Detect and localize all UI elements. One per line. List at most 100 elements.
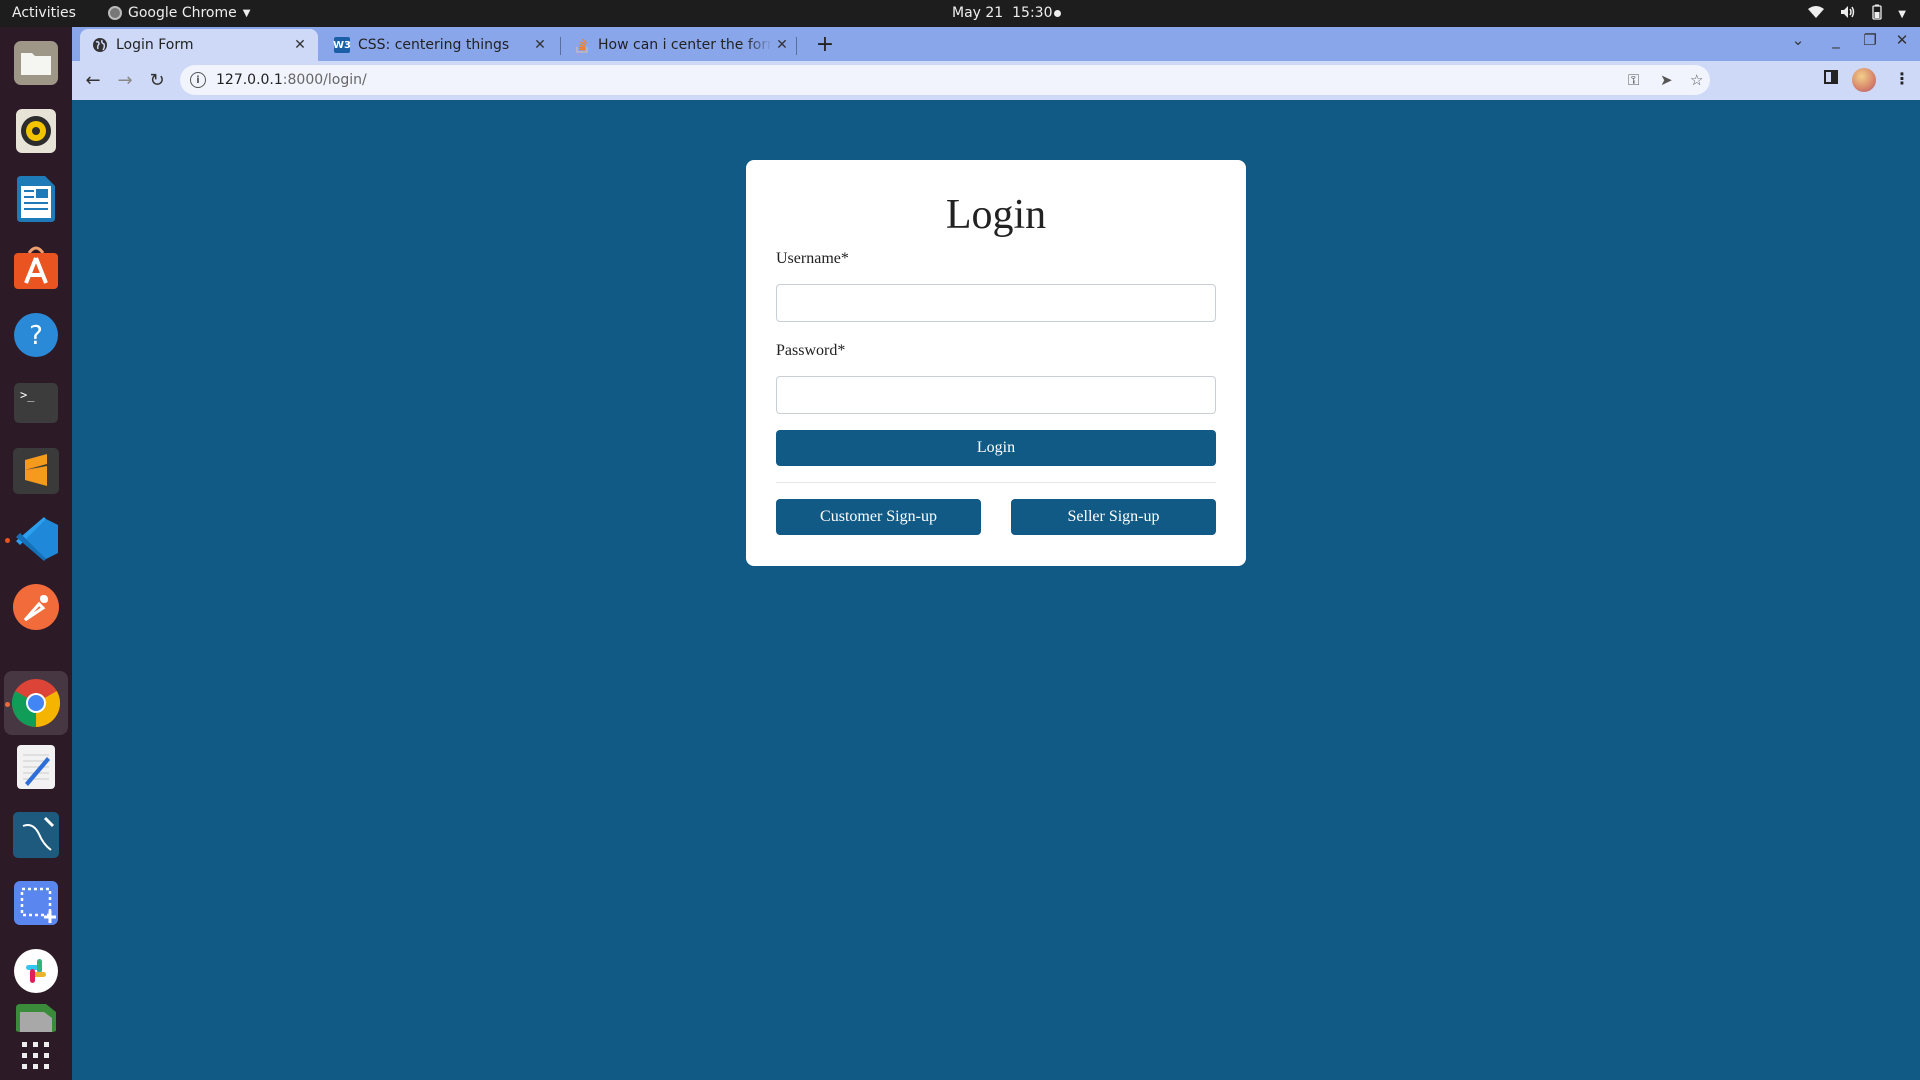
dock-libreoffice-writer[interactable] bbox=[12, 175, 60, 223]
tab-close-icon[interactable]: ✕ bbox=[290, 37, 310, 53]
caret-down-icon: ▼ bbox=[242, 7, 251, 19]
new-tab-button[interactable]: + bbox=[810, 29, 840, 59]
system-menu-caret-icon: ▼ bbox=[1898, 8, 1906, 20]
app-grid-icon bbox=[22, 1042, 49, 1069]
system-top-bar: Activities Google Chrome ▼ May 21 15:30 … bbox=[0, 0, 1920, 27]
tab-title: Login Form bbox=[116, 37, 194, 53]
key-icon[interactable]: ⚿ bbox=[1628, 71, 1639, 89]
dock-sublime-text[interactable] bbox=[12, 447, 60, 495]
dock-slack[interactable] bbox=[12, 947, 60, 995]
minimize-icon[interactable]: _ bbox=[1822, 31, 1850, 49]
dock-chrome[interactable] bbox=[4, 671, 68, 735]
dock-libreoffice-impress[interactable] bbox=[12, 1002, 60, 1032]
dock-text-editor[interactable] bbox=[12, 743, 60, 791]
tab-stackoverflow[interactable]: How can i center the form ✕ bbox=[562, 29, 800, 61]
ubuntu-dock: ? >_ bbox=[0, 27, 72, 1080]
system-tray[interactable]: ▼ bbox=[1808, 4, 1906, 24]
vscode-running-indicator bbox=[5, 538, 10, 543]
tab-title: CSS: centering things bbox=[358, 37, 510, 53]
tab-search-chevron-icon[interactable]: ⌄ bbox=[1784, 31, 1812, 49]
mysql-workbench-icon bbox=[13, 812, 59, 858]
restore-icon[interactable]: ❐ bbox=[1856, 31, 1884, 49]
slack-icon bbox=[14, 949, 58, 993]
tab-strip: Login Form ✕ W3 CSS: centering things ✕ … bbox=[72, 27, 1920, 61]
dock-screenshot[interactable] bbox=[12, 879, 60, 927]
dock-postman[interactable] bbox=[12, 583, 60, 631]
customer-signup-button[interactable]: Customer Sign-up bbox=[776, 499, 981, 535]
battery-icon bbox=[1872, 4, 1882, 24]
help-icon: ? bbox=[14, 313, 58, 357]
username-label: Username* bbox=[776, 250, 849, 267]
software-store-icon bbox=[14, 246, 58, 289]
globe-icon bbox=[92, 37, 108, 53]
password-label: Password* bbox=[776, 342, 846, 359]
files-icon bbox=[14, 41, 58, 85]
dock-vscode[interactable] bbox=[12, 515, 60, 563]
rhythmbox-icon bbox=[16, 109, 56, 153]
back-button[interactable]: ← bbox=[80, 67, 106, 93]
url-host: 127.0.0.1 bbox=[216, 72, 283, 88]
terminal-icon: >_ bbox=[14, 383, 58, 423]
tab-close-icon[interactable]: ✕ bbox=[530, 37, 550, 53]
dock-files[interactable] bbox=[12, 39, 60, 87]
stackoverflow-icon bbox=[574, 37, 590, 53]
tab-separator bbox=[796, 37, 797, 55]
postman-icon bbox=[13, 584, 59, 630]
tab-close-icon[interactable]: ✕ bbox=[772, 37, 792, 53]
svg-text:?: ? bbox=[29, 321, 43, 351]
profile-avatar[interactable] bbox=[1852, 68, 1876, 92]
time: 15:30 bbox=[1012, 5, 1053, 21]
clock[interactable]: May 21 15:30 bbox=[952, 5, 1052, 21]
tab-separator bbox=[560, 37, 561, 55]
tab-css-centering[interactable]: W3 CSS: centering things ✕ bbox=[322, 29, 558, 61]
impress-icon bbox=[16, 1004, 56, 1032]
password-input[interactable] bbox=[776, 376, 1216, 414]
volume-icon bbox=[1840, 5, 1856, 23]
dock-rhythmbox[interactable] bbox=[12, 107, 60, 155]
login-heading: Login bbox=[945, 192, 1047, 238]
login-button[interactable]: Login bbox=[776, 430, 1216, 466]
side-panel-icon[interactable] bbox=[1824, 69, 1838, 88]
app-menu-label: Google Chrome bbox=[128, 5, 237, 21]
wifi-icon bbox=[1808, 5, 1825, 23]
arrow-left-icon: ← bbox=[85, 69, 101, 91]
svg-text:>_: >_ bbox=[20, 388, 35, 402]
vscode-icon bbox=[16, 517, 58, 561]
app-menu[interactable]: Google Chrome ▼ bbox=[108, 5, 250, 21]
forward-button[interactable]: → bbox=[112, 67, 138, 93]
sublime-text-icon bbox=[13, 448, 59, 494]
activities-button[interactable]: Activities bbox=[12, 5, 76, 21]
seller-signup-button[interactable]: Seller Sign-up bbox=[1011, 499, 1216, 535]
reload-button[interactable]: ↻ bbox=[144, 67, 170, 93]
dock-help[interactable]: ? bbox=[12, 311, 60, 359]
site-info-icon[interactable]: i bbox=[190, 72, 206, 88]
writer-icon bbox=[17, 176, 55, 222]
w3schools-icon: W3 bbox=[333, 37, 351, 53]
chrome-icon bbox=[12, 679, 60, 727]
screenshot-icon bbox=[14, 881, 58, 925]
tab-title: How can i center the form bbox=[598, 37, 772, 53]
address-bar[interactable]: i 127.0.0.1:8000/login/ ⚿ ➤ ☆ bbox=[180, 65, 1710, 95]
date: May 21 bbox=[952, 5, 1004, 21]
arrow-right-icon: → bbox=[117, 69, 133, 91]
text-editor-icon bbox=[17, 745, 55, 789]
divider bbox=[776, 482, 1216, 483]
browser-toolbar: ← → ↻ i 127.0.0.1:8000/login/ ⚿ ➤ ☆ ⋮ bbox=[72, 61, 1920, 100]
notification-dot-icon bbox=[1054, 10, 1061, 17]
bookmark-star-icon[interactable]: ☆ bbox=[1690, 71, 1703, 89]
url-path: :8000/login/ bbox=[282, 72, 367, 88]
send-icon[interactable]: ➤ bbox=[1660, 71, 1673, 89]
username-input[interactable] bbox=[776, 284, 1216, 322]
signup-buttons: Customer Sign-up Seller Sign-up bbox=[776, 499, 1216, 535]
chrome-app-icon bbox=[108, 6, 122, 20]
dock-ubuntu-software[interactable] bbox=[12, 243, 60, 291]
login-card: Login Username* Password* Login Customer… bbox=[746, 160, 1246, 566]
close-window-icon[interactable]: ✕ bbox=[1888, 31, 1916, 49]
dock-terminal[interactable]: >_ bbox=[12, 379, 60, 427]
tab-login-form[interactable]: Login Form ✕ bbox=[80, 29, 318, 61]
show-applications-button[interactable] bbox=[12, 1032, 60, 1080]
dock-mysql-workbench[interactable] bbox=[12, 811, 60, 859]
page-content: Login Username* Password* Login Customer… bbox=[72, 100, 1920, 1080]
more-menu-icon[interactable]: ⋮ bbox=[1894, 69, 1910, 88]
plus-icon: + bbox=[815, 31, 835, 57]
